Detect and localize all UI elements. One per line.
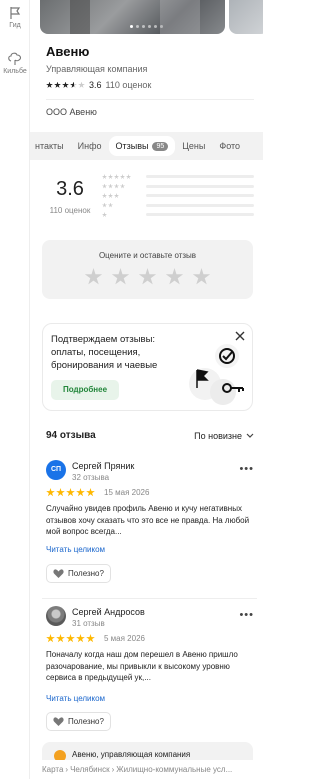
gallery-dots	[130, 25, 163, 28]
avatar[interactable]	[46, 606, 66, 626]
place-title: Авеню	[46, 44, 90, 59]
rate-star-1[interactable]	[84, 268, 103, 285]
place-rating[interactable]: 3.6 110 оценок	[46, 80, 151, 90]
review-text: Поначалу когда наш дом перешел в Авеню п…	[46, 650, 238, 682]
rate-star-5[interactable]	[192, 268, 211, 285]
rate-and-review-box: Оцените и оставьте отзыв	[42, 240, 253, 299]
verification-promo: Подтверждаем отзывы: оплаты, посещения, …	[42, 323, 253, 411]
owner-link[interactable]: ООО Авеню	[46, 99, 254, 121]
review-card: СП Сергей Пряник 32 отзыва ••• 15 мая 20…	[46, 460, 254, 590]
read-more-link[interactable]: Читать целиком	[46, 545, 105, 554]
tree-icon	[8, 52, 22, 65]
heart-icon	[53, 568, 64, 578]
sort-dropdown[interactable]: По новизне	[194, 431, 254, 441]
review-date: 15 мая 2026	[104, 488, 150, 497]
breadcrumb-item[interactable]: Жилищно-коммунальные усл...	[116, 765, 232, 774]
tab-bar: нтакты Инфо Отзывы 95 Цены Фото	[30, 132, 263, 160]
promo-text: Подтверждаем отзывы: оплаты, посещения, …	[51, 334, 158, 371]
reviews-header: 94 отзыва По новизне	[46, 430, 254, 441]
rail-item-label: Кильбе	[3, 68, 27, 75]
avatar[interactable]: СП	[46, 460, 66, 480]
tab-reviews[interactable]: Отзывы 95	[108, 136, 176, 156]
dist-row-3	[102, 191, 254, 201]
photo-main[interactable]	[40, 0, 225, 34]
sort-label: По новизне	[194, 430, 242, 441]
rail-item-label: Гид	[9, 22, 21, 29]
place-category[interactable]: Управляющая компания	[46, 64, 147, 74]
tab-badge: 95	[152, 141, 169, 151]
promo-more-button[interactable]: Подробнее	[51, 380, 119, 400]
left-rail: Гид Кильбе	[0, 0, 30, 779]
tab-prices[interactable]: Цены	[175, 135, 212, 157]
more-options-icon[interactable]: •••	[239, 463, 254, 475]
summary-rating: 3.6	[56, 178, 84, 200]
summary-count: 110 оценок	[49, 206, 91, 215]
review-text: Случайно увидев профиль Авеню и кучу нег…	[46, 504, 250, 536]
breadcrumb-separator: ›	[65, 765, 69, 774]
rate-prompt: Оцените и оставьте отзыв	[98, 251, 197, 260]
rate-star-4[interactable]	[165, 268, 184, 285]
rate-stars	[42, 268, 253, 286]
useful-label: Полезно?	[68, 569, 104, 578]
reviews-count: 94 отзыва	[46, 430, 96, 441]
photo-gallery[interactable]	[40, 0, 263, 34]
rating-count: 110 оценок	[105, 80, 152, 90]
dist-row-4	[102, 182, 254, 192]
reviewer-count: 31 отзыв	[72, 619, 105, 628]
useful-button[interactable]: Полезно?	[46, 564, 111, 583]
divider	[42, 598, 257, 599]
rating-distribution	[102, 172, 254, 220]
review-date: 5 мая 2026	[104, 634, 145, 643]
owner-reply-title: Авеню, управляющая компания	[72, 750, 191, 759]
useful-label: Полезно?	[68, 717, 104, 726]
verification-illustration-icon	[189, 344, 244, 405]
useful-button[interactable]: Полезно?	[46, 712, 111, 731]
dist-row-5	[102, 172, 254, 182]
review-card: Сергей Андросов 31 отзыв ••• 5 мая 2026 …	[46, 606, 254, 736]
place-panel: Авеню Управляющая компания 3.6 110 оцено…	[30, 0, 263, 779]
more-options-icon[interactable]: •••	[239, 609, 254, 621]
breadcrumb-item[interactable]: Карта	[42, 765, 63, 774]
reviewer-name[interactable]: Сергей Андросов	[72, 607, 145, 617]
tab-info[interactable]: Инфо	[71, 135, 109, 157]
tab-contacts[interactable]: нтакты	[30, 135, 71, 157]
rate-star-3[interactable]	[138, 268, 157, 285]
breadcrumb-item[interactable]: Челябинск	[70, 765, 109, 774]
rail-item-guide[interactable]: Гид	[0, 6, 30, 29]
read-more-link[interactable]: Читать целиком	[46, 694, 105, 703]
dist-row-2	[102, 201, 254, 211]
review-stars	[46, 488, 95, 497]
rate-star-2[interactable]	[111, 268, 130, 285]
breadcrumb: Карта › Челябинск › Жилищно-коммунальные…	[30, 760, 263, 779]
heart-icon	[53, 716, 64, 726]
flag-icon	[10, 7, 21, 19]
tab-photos[interactable]: Фото	[212, 135, 247, 157]
breadcrumb-separator: ›	[111, 765, 115, 774]
rail-item-kilbe[interactable]: Кильбе	[0, 52, 30, 75]
review-stars	[46, 634, 95, 643]
chevron-down-icon	[246, 433, 254, 438]
tab-label: Отзывы	[115, 141, 149, 151]
dist-row-1	[102, 210, 254, 220]
reviewer-name[interactable]: Сергей Пряник	[72, 461, 134, 471]
photo-secondary[interactable]	[229, 0, 263, 34]
rating-value: 3.6	[89, 80, 102, 90]
rating-stars	[46, 81, 85, 89]
reviewer-count: 32 отзыва	[72, 473, 110, 482]
rating-summary: 3.6 110 оценок	[42, 178, 98, 215]
